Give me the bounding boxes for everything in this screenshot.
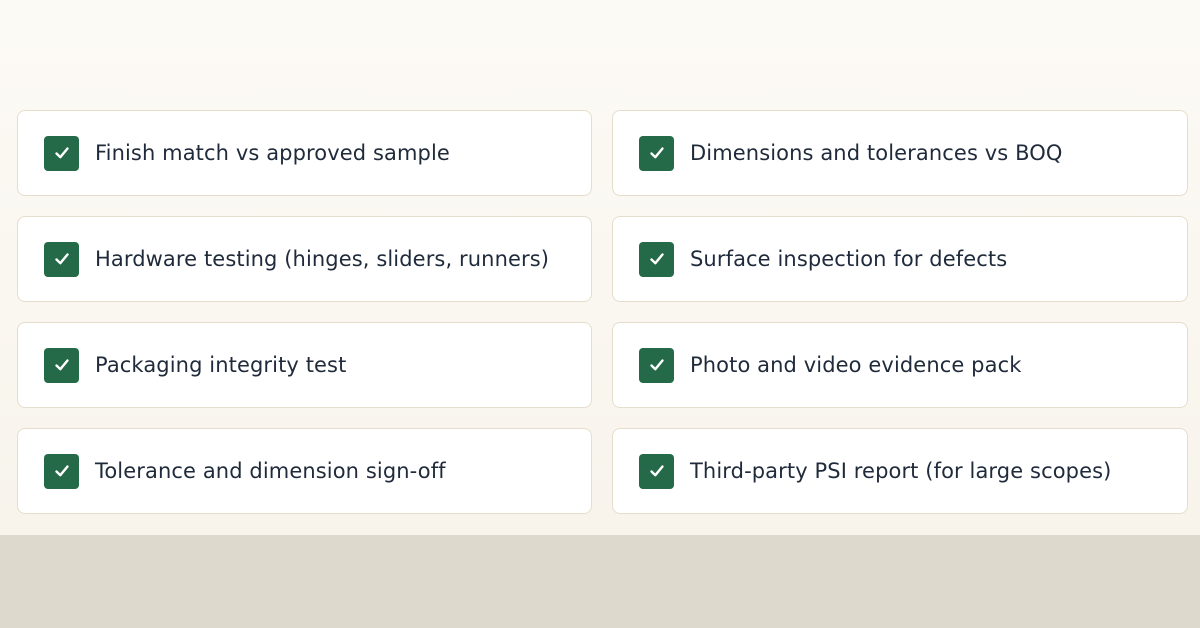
checklist-item-label: Surface inspection for defects <box>690 247 1008 271</box>
checklist-item: Finish match vs approved sample <box>17 110 592 196</box>
check-icon[interactable] <box>44 347 79 383</box>
check-icon[interactable] <box>639 453 674 489</box>
check-icon[interactable] <box>44 453 79 489</box>
checklist-item: Surface inspection for defects <box>612 216 1188 302</box>
checklist-item: Hardware testing (hinges, sliders, runne… <box>17 216 592 302</box>
check-icon[interactable] <box>639 347 674 383</box>
checklist-item-label: Packaging integrity test <box>95 353 347 377</box>
checklist-item-label: Dimensions and tolerances vs BOQ <box>690 141 1063 165</box>
checklist-item: Third-party PSI report (for large scopes… <box>612 428 1188 514</box>
check-icon[interactable] <box>639 241 674 277</box>
check-icon[interactable] <box>44 135 79 171</box>
checklist-item-label: Photo and video evidence pack <box>690 353 1022 377</box>
checklist-item-label: Tolerance and dimension sign-off <box>95 459 446 483</box>
checklist-grid: Finish match vs approved sample Dimensio… <box>17 110 1188 514</box>
checklist-item-label: Third-party PSI report (for large scopes… <box>690 459 1112 483</box>
check-icon[interactable] <box>639 135 674 171</box>
checklist-item: Tolerance and dimension sign-off <box>17 428 592 514</box>
checklist-item-label: Hardware testing (hinges, sliders, runne… <box>95 247 550 271</box>
checklist-item: Packaging integrity test <box>17 322 592 408</box>
checklist-item-label: Finish match vs approved sample <box>95 141 450 165</box>
checklist-item: Dimensions and tolerances vs BOQ <box>612 110 1188 196</box>
bottom-band <box>0 535 1200 628</box>
check-icon[interactable] <box>44 241 79 277</box>
checklist-item: Photo and video evidence pack <box>612 322 1188 408</box>
